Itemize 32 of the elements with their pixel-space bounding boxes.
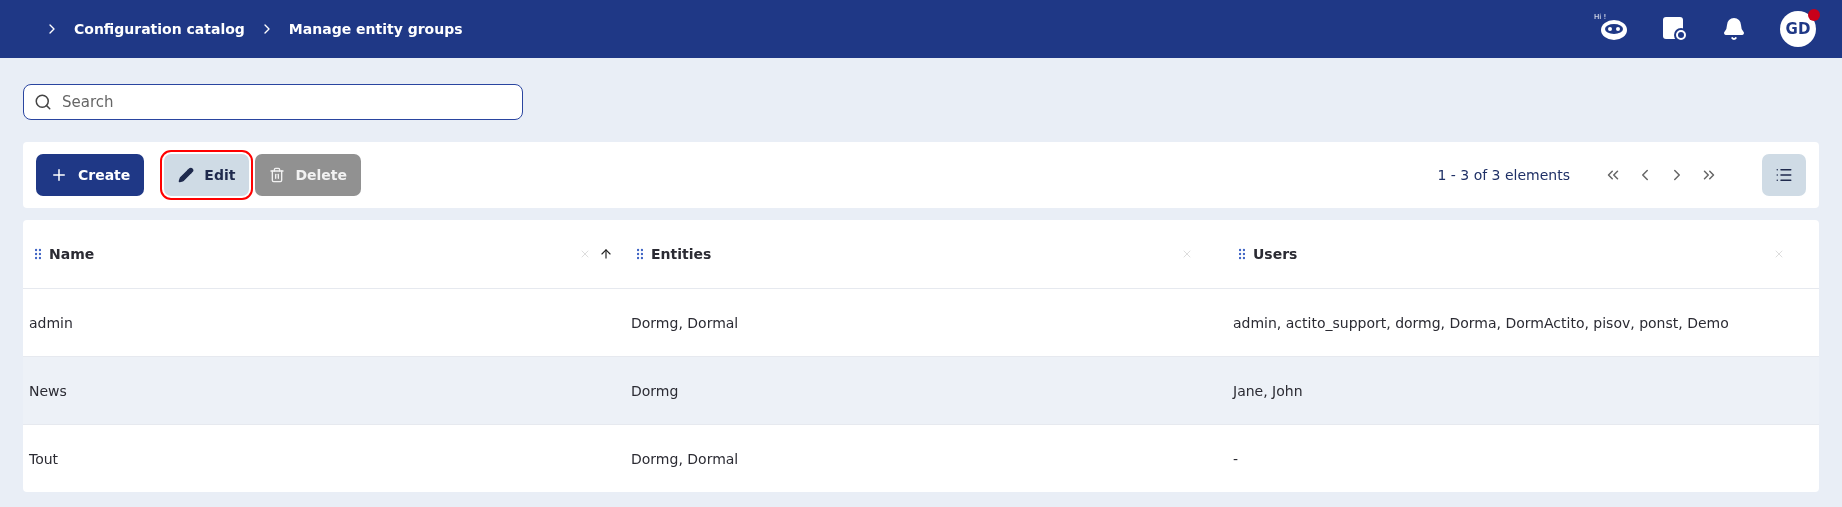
- trash-icon: [269, 167, 286, 183]
- pencil-icon: [178, 167, 195, 183]
- column-header[interactable]: Name: [49, 246, 571, 262]
- breadcrumb-link[interactable]: Manage entity groups: [288, 21, 463, 37]
- search-input[interactable]: Search: [60, 92, 512, 112]
- drag-handle-icon[interactable]: [35, 248, 41, 260]
- bell-icon[interactable]: [1722, 17, 1746, 41]
- table-cell-text: News: [28, 382, 68, 399]
- column-header[interactable]: Users: [1253, 246, 1765, 262]
- table-cell-text: Dormg, Dormal: [630, 450, 740, 467]
- table-cell-text: Dormg, Dormal: [630, 314, 740, 331]
- drag-handle-icon[interactable]: [637, 248, 643, 260]
- table-cell-text: Tout: [28, 450, 60, 467]
- table-row[interactable]: Tout Dormg, Dormal -: [23, 424, 1819, 492]
- help-document-icon[interactable]: [1662, 16, 1688, 42]
- table-cell-text: admin, actito_support, dormg, Dorma, DormActito, pisov, ponst, Demo: [1232, 314, 1730, 331]
- table-row[interactable]: News Dormg Jane, John: [23, 356, 1819, 424]
- list-view-button[interactable]: [1762, 154, 1806, 196]
- robot-icon[interactable]: [1600, 17, 1628, 41]
- table-cell-text: -: [1232, 450, 1240, 467]
- table-cell-text: Jane, John: [1231, 382, 1304, 399]
- pagination-count: 1 - 3 of 3 elements: [1437, 167, 1570, 183]
- table-cell-text: Dormg: [630, 382, 680, 399]
- column-header[interactable]: Entities: [651, 246, 1173, 262]
- search-icon: [34, 93, 52, 111]
- create-button[interactable]: Create: [36, 154, 145, 196]
- plus-icon: [50, 166, 68, 184]
- breadcrumb-link[interactable]: Configuration catalog: [74, 21, 245, 37]
- drag-handle-icon[interactable]: [1239, 248, 1245, 260]
- table-cell-text: admin: [28, 314, 74, 331]
- search-field[interactable]: Search: [23, 84, 523, 120]
- list-icon: [1775, 166, 1793, 184]
